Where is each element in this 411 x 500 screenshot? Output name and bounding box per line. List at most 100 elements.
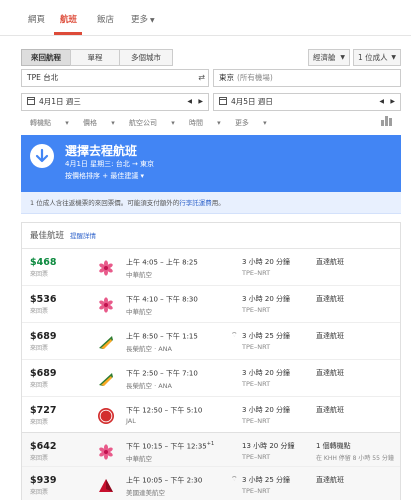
- active-tab-indicator: [54, 32, 82, 35]
- flight-stops: 直達航班: [316, 332, 344, 340]
- flight-row[interactable]: $536 來回票 下午 4:10 – 下午 8:30 中華航空 3 小時 20 分鐘 TP…: [22, 286, 400, 323]
- airline-name: 中華航空: [126, 308, 152, 316]
- cabin-select[interactable]: 經濟艙 ▼: [308, 49, 350, 66]
- filter-airline[interactable]: 航空公司 ▾: [129, 119, 175, 127]
- trip-type-oneway[interactable]: 單程: [70, 49, 120, 66]
- flight-route: TPE–NRT: [242, 380, 271, 388]
- flight-times-text: 下午 10:15 – 下午 12:35: [126, 442, 207, 451]
- passengers-select[interactable]: 1 位成人 ▼: [353, 49, 401, 66]
- next-date-icon[interactable]: ▶: [198, 94, 203, 110]
- flight-route: TPE–NRT: [242, 343, 271, 351]
- wifi-icon: ⌔: [231, 331, 238, 339]
- filter-more[interactable]: 更多 ▾: [235, 119, 267, 127]
- next-date-icon[interactable]: ▶: [390, 94, 395, 110]
- fare-type: 來回票: [30, 489, 49, 496]
- flight-route: TPE–NRT: [242, 453, 271, 461]
- filter-price[interactable]: 價格 ▾: [83, 119, 115, 127]
- destination-field[interactable]: 東京 (所有機場): [213, 69, 401, 87]
- best-flights-title: 最佳航班: [30, 231, 65, 241]
- flight-route: TPE–NRT: [242, 487, 271, 495]
- airline-name: 中華航空: [126, 271, 152, 279]
- trip-type-multicity[interactable]: 多個城市: [119, 49, 173, 66]
- airline-logo-icon: [97, 443, 115, 461]
- origin-code: TPE: [27, 73, 41, 82]
- filter-stops[interactable]: 轉機點 ▾: [30, 119, 69, 127]
- flight-row[interactable]: $689 來回票 下午 2:50 – 下午 7:10 長榮航空 · ANA 3 小時 2…: [22, 360, 400, 397]
- best-flights-header: 最佳航班 提醒詳情: [22, 223, 400, 249]
- tab-hotels[interactable]: 飯店: [97, 13, 114, 25]
- info-suffix: 用。: [211, 199, 225, 207]
- flight-price: $536: [30, 294, 57, 305]
- info-text: 1 位成人含往返機票的來回票價。可能須支付額外的: [30, 199, 180, 207]
- flight-duration: 3 小時 20 分鐘: [242, 295, 291, 303]
- tab-flights[interactable]: 航班: [60, 13, 77, 25]
- airline-logo-icon: [97, 407, 115, 425]
- fare-type: 來回票: [30, 308, 49, 315]
- filter-price-label: 價格: [82, 119, 97, 127]
- down-arrow-icon: [30, 144, 54, 168]
- baggage-fee-link[interactable]: 行李託運費: [179, 199, 212, 207]
- airline-logo-icon: [97, 296, 115, 314]
- fare-type: 來回票: [30, 271, 49, 278]
- destination-city: 東京: [219, 73, 234, 82]
- filter-airline-label: 航空公司: [128, 119, 157, 127]
- passengers-label: 1 位成人: [358, 53, 388, 62]
- filter-more-label: 更多: [234, 119, 249, 127]
- airline-name: JAL: [126, 417, 136, 425]
- price-graph-icon[interactable]: [381, 116, 392, 126]
- sort-label: 按價格排序 + 最佳建議: [65, 172, 139, 180]
- tab-more[interactable]: 更多 ▼: [131, 13, 155, 25]
- tab-web[interactable]: 網頁: [28, 13, 45, 25]
- flight-times-text: 下午 12:50 – 下午 5:10: [126, 406, 203, 415]
- return-date-field[interactable]: 4月5日 週日 ◀ ▶: [213, 93, 401, 111]
- flight-row[interactable]: $468 來回票 上午 4:05 – 上午 8:25 中華航空 3 小時 20 分鐘 TP…: [22, 249, 400, 286]
- top-nav: 網頁 航班 飯店 更多 ▼: [0, 0, 411, 36]
- airline-logo-icon: [97, 370, 115, 388]
- swap-icon[interactable]: ⇄: [198, 70, 205, 86]
- best-flights-hint-link[interactable]: 提醒詳情: [70, 232, 96, 240]
- sort-dropdown[interactable]: 按價格排序 + 最佳建議 ▾: [65, 171, 144, 181]
- flight-row[interactable]: $939 來回票 上午 10:05 – 下午 2:30 美國達美航空 ⌔ 3 小時 25 …: [22, 467, 400, 500]
- filter-stops-label: 轉機點: [30, 119, 51, 127]
- flight-times-text: 上午 10:05 – 下午 2:30: [126, 476, 203, 485]
- fare-type: 來回票: [30, 455, 49, 462]
- flight-duration: 3 小時 20 分鐘: [242, 258, 291, 266]
- flight-price: $689: [30, 368, 57, 379]
- filter-bar: 轉機點 ▾ 價格 ▾ 航空公司 ▾ 時間 ▾ 更多 ▾: [30, 118, 279, 128]
- flight-price: $939: [30, 475, 57, 486]
- origin-field[interactable]: TPE 台北 ⇄: [21, 69, 209, 87]
- filter-time-label: 時間: [188, 119, 203, 127]
- prev-date-icon[interactable]: ◀: [379, 94, 384, 110]
- airline-logo-icon: [97, 333, 115, 351]
- flight-stops: 直達航班: [316, 295, 344, 303]
- flight-row[interactable]: $642 來回票 下午 10:15 – 下午 12:35+1 中華航空 13 小時 20…: [22, 433, 400, 467]
- flight-route: TPE–NRT: [242, 269, 271, 277]
- airline-name: 中華航空: [126, 455, 152, 463]
- fare-type: 來回票: [30, 345, 49, 352]
- flight-price: $642: [30, 441, 57, 452]
- flight-row[interactable]: $689 來回票 上午 8:50 – 下午 1:15 長榮航空 · ANA ⌔ 3 小時 …: [22, 323, 400, 360]
- flight-times: 上午 4:05 – 上午 8:25: [126, 257, 198, 267]
- prev-date-icon[interactable]: ◀: [187, 94, 192, 110]
- flight-times: 下午 10:15 – 下午 12:35+1: [126, 441, 214, 451]
- select-outbound-banner: 選擇去程航班 4月1日 星期三: 台北 → 東京 按價格排序 + 最佳建議 ▾: [21, 135, 401, 192]
- flight-price: $468: [30, 257, 57, 268]
- airline-name: 長榮航空 · ANA: [126, 382, 172, 390]
- filter-time[interactable]: 時間 ▾: [189, 119, 221, 127]
- flight-row[interactable]: $727 來回票 下午 12:50 – 下午 5:10 JAL 3 小時 20 分鐘 TP…: [22, 397, 400, 434]
- flight-times: 上午 8:50 – 下午 1:15: [126, 331, 198, 341]
- flight-times: 下午 4:10 – 下午 8:30: [126, 294, 198, 304]
- flight-stops: 直達航班: [316, 406, 344, 414]
- stop-detail: 在 KHH 停留 8 小時 55 分鐘: [316, 455, 394, 462]
- flight-stops: 直達航班: [316, 476, 344, 484]
- best-flights-list: 最佳航班 提醒詳情 $468 來回票 上午 4:05 – 上午 8:25 中華航空 3 小…: [21, 222, 401, 435]
- return-date: 4月5日 週日: [231, 97, 273, 106]
- chevron-down-icon: ▼: [150, 17, 155, 24]
- trip-type-roundtrip[interactable]: 來回航程: [21, 49, 71, 66]
- flight-stops: 1 個轉機點: [316, 442, 351, 450]
- flight-duration: 3 小時 20 分鐘: [242, 406, 291, 414]
- destination-sub: (所有機場): [237, 73, 273, 82]
- cabin-label: 經濟艙: [313, 53, 336, 62]
- depart-date-field[interactable]: 4月1日 週三 ◀ ▶: [21, 93, 209, 111]
- depart-date: 4月1日 週三: [39, 97, 81, 106]
